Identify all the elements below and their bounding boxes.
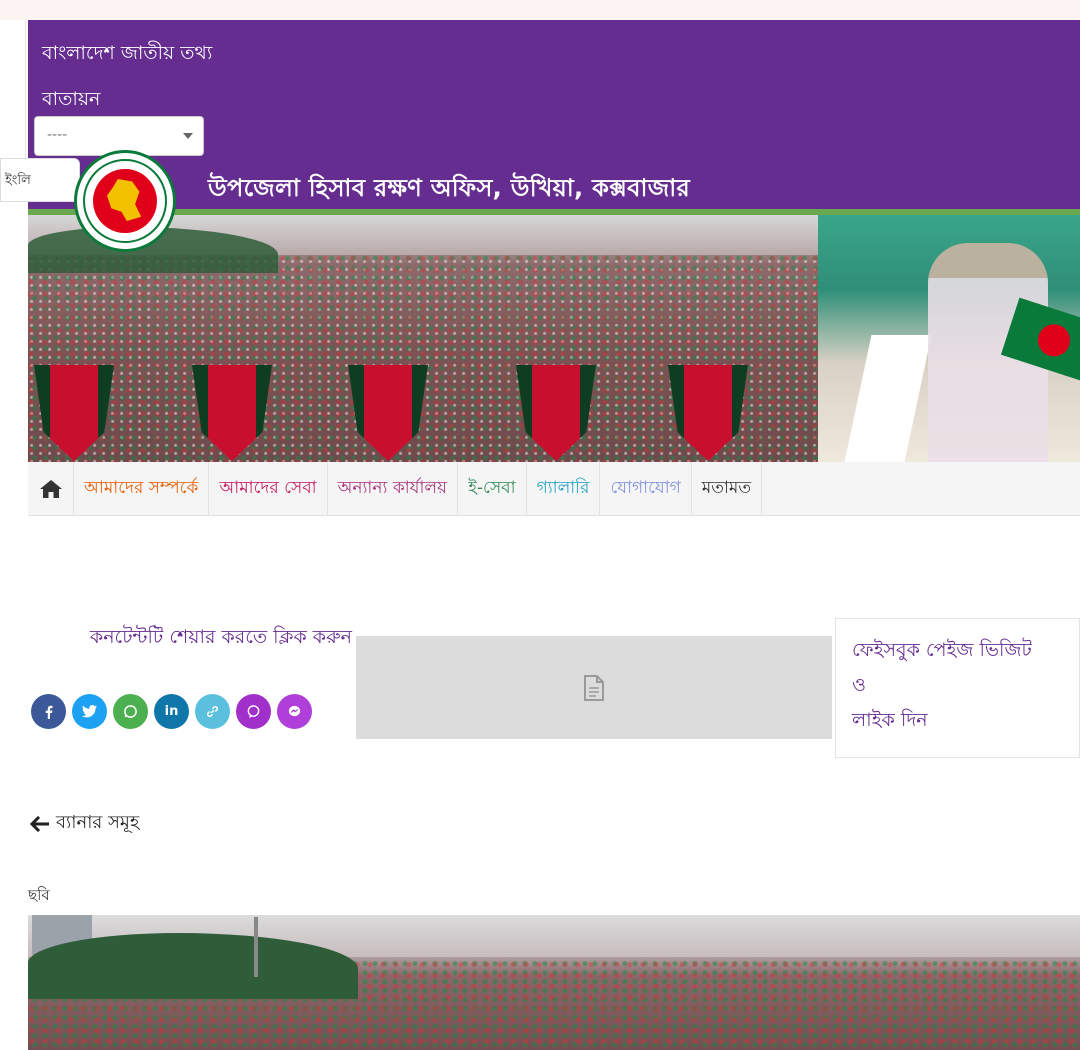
home-icon <box>39 480 62 498</box>
nav-item-gallery[interactable]: গ্যালারি <box>527 462 601 516</box>
back-link-label: ব্যানার সমূহ <box>56 812 140 833</box>
nav-item-other-offices[interactable]: অন্যান্য কার্যালয় <box>328 462 459 516</box>
back-to-banners-link[interactable]: ব্যানার সমূহ <box>30 808 139 839</box>
linkedin-icon[interactable]: in <box>154 694 189 729</box>
nav-item-label: আমাদের সেবা <box>219 478 317 498</box>
nav-item-label: অন্যান্য কার্যালয় <box>337 478 448 498</box>
nav-item-contact[interactable]: যোগাযোগ <box>600 462 692 516</box>
browser-top-strip <box>0 0 1080 20</box>
facebook-widget-line3: লাইক দিন <box>852 709 928 731</box>
banner-bunting <box>192 365 272 461</box>
viber-icon[interactable] <box>236 694 271 729</box>
government-logo[interactable] <box>74 150 176 252</box>
facebook-widget-line1: ফেইসবুক পেইজ ভিজিট <box>852 639 1032 661</box>
portal-title-line1: বাংলাদেশ জাতীয় তথ্য <box>42 42 213 64</box>
nav-item-label: ই-সেবা <box>468 478 516 498</box>
facebook-widget-line2: ও <box>852 674 866 696</box>
nav-item-label: গ্যালারি <box>536 478 590 498</box>
site-header: বাংলাদেশ জাতীয় তথ্য বাতায়ন ---- উপজেলা… <box>28 20 1080 212</box>
facebook-icon[interactable] <box>31 694 66 729</box>
arrow-left-icon <box>30 815 49 832</box>
banner-bunting <box>668 365 748 461</box>
embedded-content-placeholder <box>356 636 832 739</box>
messenger-icon[interactable] <box>277 694 312 729</box>
language-toggle-label: ইংলি <box>5 173 31 188</box>
share-icon-row: in <box>31 694 312 729</box>
banner-bunting <box>516 365 596 461</box>
share-prompt-text: কনটেন্টটি শেয়ার করতে ক্লিক করুন <box>89 626 352 648</box>
nav-item-eservice[interactable]: ই-সেবা <box>458 462 527 516</box>
banner-content-image <box>28 915 1080 1050</box>
chevron-down-icon <box>183 133 193 139</box>
main-navigation: আমাদের সম্পর্কে আমাদের সেবা অন্যান্য কার… <box>28 462 1080 516</box>
header-banner-image <box>28 215 1080 462</box>
nav-item-label: আমাদের সম্পর্কে <box>84 478 199 498</box>
nav-item-label: মতামত <box>701 478 752 498</box>
banner-bunting <box>348 365 428 461</box>
portal-title[interactable]: বাংলাদেশ জাতীয় তথ্য বাতায়ন <box>42 30 302 122</box>
image-section-label: ছবি <box>28 886 50 904</box>
portal-select-value: ---- <box>47 127 68 143</box>
nav-home-button[interactable] <box>28 462 74 516</box>
nav-item-services[interactable]: আমাদের সেবা <box>209 462 328 516</box>
document-icon <box>584 674 604 701</box>
facebook-page-widget[interactable]: ফেইসবুক পেইজ ভিজিট ও লাইক দিন <box>835 618 1080 758</box>
nav-item-about[interactable]: আমাদের সম্পর্কে <box>74 462 210 516</box>
office-name-title: উপজেলা হিসাব রক্ষণ অফিস, উখিয়া, কক্সবাজ… <box>208 174 690 202</box>
left-gutter <box>0 20 26 160</box>
banner-bunting <box>34 365 114 461</box>
whatsapp-icon[interactable] <box>113 694 148 729</box>
link-icon[interactable] <box>195 694 230 729</box>
banner-stage-rail <box>844 335 932 462</box>
image-pole <box>254 917 258 977</box>
nav-item-label: যোগাযোগ <box>610 478 681 498</box>
twitter-icon[interactable] <box>72 694 107 729</box>
language-toggle-button[interactable]: ইংলি <box>0 158 80 202</box>
nav-item-feedback[interactable]: মতামত <box>692 462 763 516</box>
